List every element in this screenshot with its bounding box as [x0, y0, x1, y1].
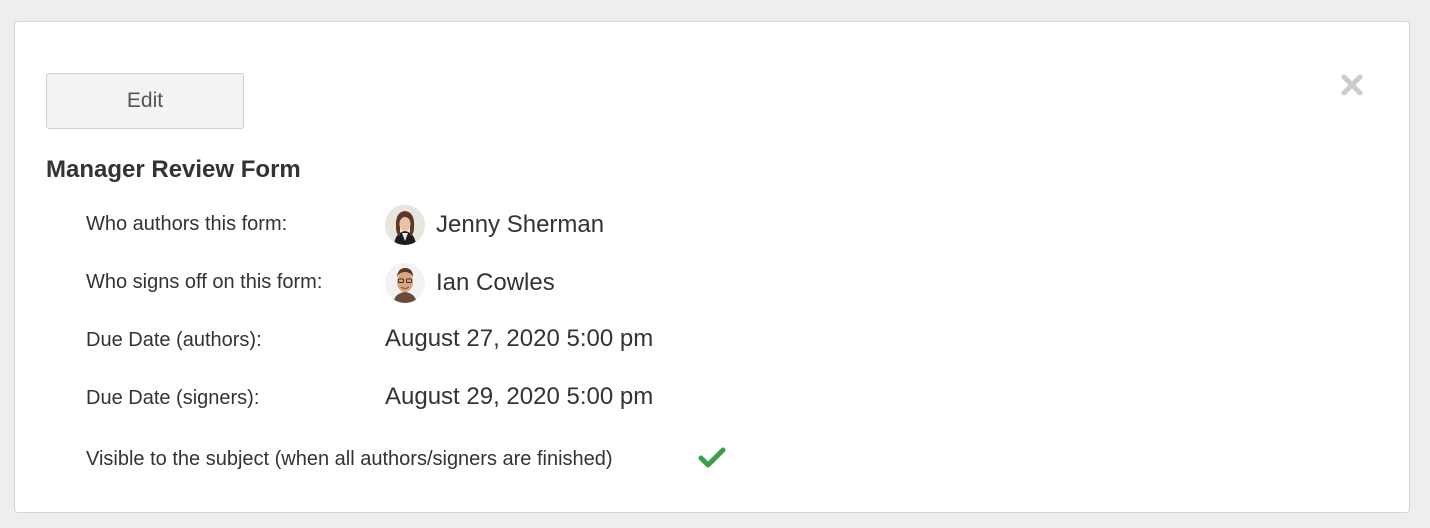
due-authors-label: Due Date (authors):: [86, 329, 262, 351]
close-icon[interactable]: [1340, 73, 1364, 97]
visible-to-subject-label: Visible to the subject (when all authors…: [86, 448, 613, 470]
form-details-panel: Edit Manager Review Form Who authors thi…: [14, 21, 1410, 513]
edit-button[interactable]: Edit: [46, 73, 244, 129]
due-signers-value: August 29, 2020 5:00 pm: [385, 383, 654, 410]
checkmark-icon: [698, 446, 726, 470]
signer-avatar: [385, 263, 425, 303]
signers-label: Who signs off on this form:: [86, 271, 323, 293]
author-name: Jenny Sherman: [436, 211, 605, 238]
author-avatar: [385, 205, 425, 245]
author-entry: Jenny Sherman: [385, 205, 604, 245]
due-authors-value: August 27, 2020 5:00 pm: [385, 325, 654, 352]
due-signers-label: Due Date (signers):: [86, 387, 260, 409]
authors-label: Who authors this form:: [86, 213, 288, 235]
form-title: Manager Review Form: [46, 156, 301, 183]
signer-name: Ian Cowles: [436, 269, 555, 296]
signer-entry: Ian Cowles: [385, 263, 555, 303]
